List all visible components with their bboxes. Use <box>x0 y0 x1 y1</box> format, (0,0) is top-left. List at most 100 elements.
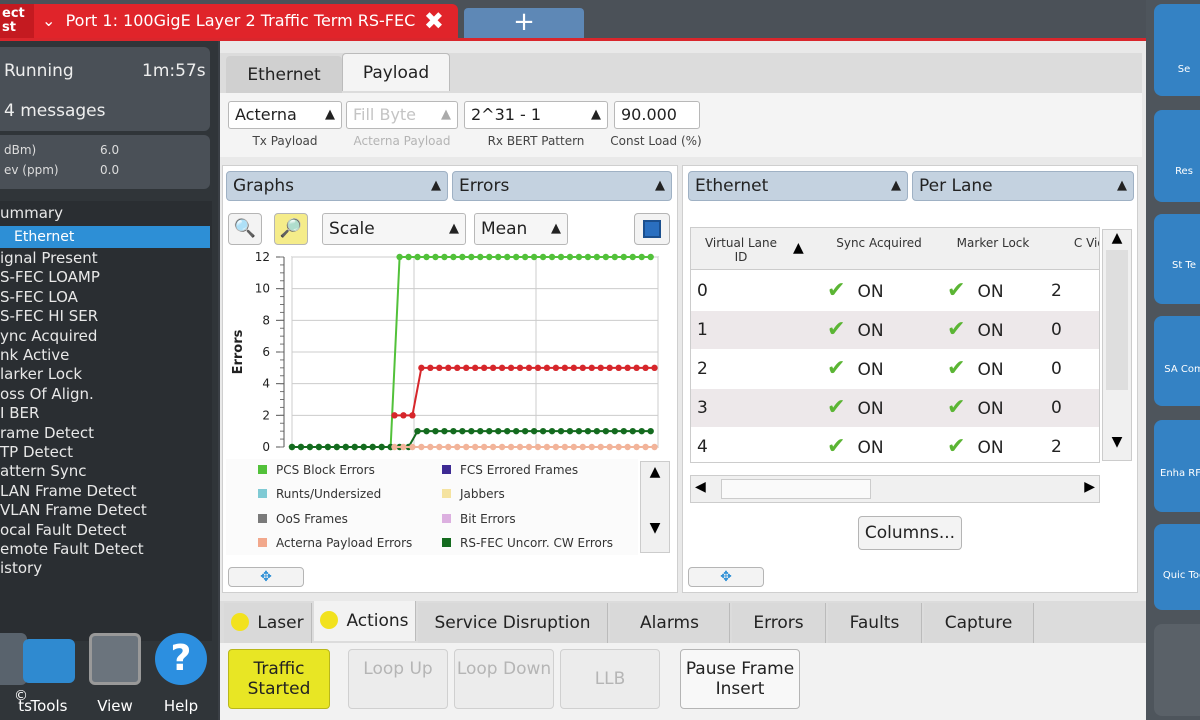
scroll-thumb[interactable] <box>1106 250 1128 390</box>
save-graph-button[interactable] <box>634 213 670 245</box>
scroll-up-icon[interactable]: ▲ <box>641 464 669 480</box>
scroll-up-icon[interactable]: ▲ <box>1103 230 1131 246</box>
list-item[interactable]: ync Acquired <box>0 327 97 345</box>
tab-actions[interactable]: Actions <box>314 601 416 641</box>
data-point <box>611 427 619 435</box>
loop-down-button[interactable]: Loop Down <box>454 649 554 709</box>
list-item[interactable]: VLAN Frame Detect <box>0 501 147 519</box>
traffic-toggle-button[interactable]: Traffic Started <box>228 649 330 709</box>
col-header-sync[interactable]: Sync Acquired <box>821 236 937 250</box>
cell-viol: 2 <box>1051 281 1062 301</box>
col-header-lane[interactable]: Virtual Lane ID <box>701 236 781 264</box>
list-item[interactable]: attern Sync <box>0 462 87 480</box>
restart-button[interactable]: Res <box>1154 110 1200 202</box>
close-icon[interactable]: ✖ <box>424 7 444 35</box>
cell-viol: 0 <box>1051 398 1062 418</box>
list-item[interactable]: istory <box>0 559 42 577</box>
graph-metric-select[interactable]: Errors ▲ <box>452 171 672 201</box>
view-button[interactable]: View <box>84 633 146 715</box>
list-item-selected[interactable]: Ethernet <box>0 226 210 248</box>
graph-view-select[interactable]: Graphs ▲ <box>226 171 448 201</box>
data-point <box>588 364 595 372</box>
cell-lock: ✔ ON <box>947 356 1004 381</box>
data-point <box>543 443 551 451</box>
data-point <box>468 427 475 435</box>
list-item[interactable]: S-FEC HI SER <box>0 307 98 325</box>
lane-view-select[interactable]: Ethernet ▲ <box>688 171 908 201</box>
list-item[interactable]: S-FEC LOA <box>0 288 78 306</box>
data-point <box>495 427 502 435</box>
table-hscrollbar[interactable]: ◀ ▶ <box>690 475 1100 503</box>
zoom-in-button[interactable]: 🔎 <box>274 213 308 245</box>
table-row[interactable]: 2 ✔ ON ✔ ON 0 <box>691 350 1099 388</box>
lane-mode-select[interactable]: Per Lane ▲ <box>912 171 1134 201</box>
lane-table: Virtual Lane ID ▲ Sync Acquired Marker L… <box>690 227 1100 463</box>
tab-errors[interactable]: Errors <box>732 603 826 643</box>
stat-select[interactable]: Mean ▲ <box>474 213 568 245</box>
updown-arrow-icon: ▲ <box>655 178 665 193</box>
message-count[interactable]: 4 messages <box>4 101 105 121</box>
legend-scrollbar[interactable]: ▲ ▼ <box>640 461 670 553</box>
active-test-tab[interactable]: ect st ⌄ Port 1: 100GigE Layer 2 Traffic … <box>0 4 458 38</box>
pause-frame-insert-button[interactable]: Pause Frame Insert <box>680 649 800 709</box>
help-button[interactable]: ? Help <box>150 633 212 715</box>
list-item[interactable]: nk Active <box>0 346 69 364</box>
llb-button[interactable]: LLB <box>560 649 660 709</box>
table-vscrollbar[interactable]: ▲ ▼ <box>1102 229 1132 461</box>
list-item[interactable]: larker Lock <box>0 365 82 383</box>
tab-laser[interactable]: Laser <box>224 603 312 643</box>
scroll-right-icon[interactable]: ▶ <box>1084 479 1095 495</box>
list-item[interactable]: S-FEC LOAMP <box>0 268 100 286</box>
list-item[interactable]: oss Of Align. <box>0 385 94 403</box>
chevron-down-icon[interactable]: ⌄ <box>42 11 55 30</box>
data-point <box>489 443 497 451</box>
tab-payload[interactable]: Payload <box>342 53 450 91</box>
list-item[interactable]: rame Detect <box>0 424 94 442</box>
tab-alarms[interactable]: Alarms <box>610 603 730 643</box>
list-item[interactable]: ocal Fault Detect <box>0 521 126 539</box>
graph-expand-handle[interactable]: ✥ <box>228 567 304 587</box>
scroll-left-icon[interactable]: ◀ <box>695 479 706 495</box>
columns-button[interactable]: Columns... <box>858 516 962 550</box>
start-test-button[interactable]: St Te <box>1154 214 1200 304</box>
rx-bert-select[interactable]: 2^31 - 1 ▲ <box>464 101 608 129</box>
enhanced-rfc-button[interactable]: Enha RFC <box>1154 420 1200 512</box>
list-item[interactable]: TP Detect <box>0 443 73 461</box>
loop-up-button[interactable]: Loop Up <box>348 649 448 709</box>
legend-item: Jabbers <box>442 487 505 501</box>
cell-lock: ✔ ON <box>947 278 1004 303</box>
table-row[interactable]: 0 ✔ ON ✔ ON 2 <box>691 272 1099 310</box>
col-header-lock[interactable]: Marker Lock <box>941 236 1045 250</box>
sort-asc-icon[interactable]: ▲ <box>793 240 804 256</box>
table-row[interactable]: 3 ✔ ON ✔ ON 0 <box>691 389 1099 427</box>
table-row[interactable]: 1 ✔ ON ✔ ON 0 <box>691 311 1099 349</box>
scroll-down-icon[interactable]: ▼ <box>1103 434 1131 450</box>
magnifier-plus-icon: 🔎 <box>279 218 303 239</box>
data-point <box>409 443 416 451</box>
left-panel: Running 1m:57s 4 messages dBm) 6.0 ev (p… <box>0 41 218 720</box>
sam-complete-button[interactable]: SA Com <box>1154 316 1200 406</box>
table-row[interactable]: 4 ✔ ON ✔ ON 2 <box>691 428 1099 462</box>
tab-capture[interactable]: Capture <box>924 603 1034 643</box>
scale-select[interactable]: Scale ▲ <box>322 213 466 245</box>
tab-ethernet[interactable]: Ethernet <box>226 56 342 94</box>
tab-service-disruption[interactable]: Service Disruption <box>418 603 608 643</box>
scroll-thumb[interactable] <box>721 479 871 499</box>
col-header-viol[interactable]: C Viol <box>1051 236 1099 250</box>
list-item[interactable]: ignal Present <box>0 249 98 267</box>
tab-faults[interactable]: Faults <box>828 603 922 643</box>
add-test-tab[interactable]: + <box>464 8 584 38</box>
list-item[interactable]: LAN Frame Detect <box>0 482 136 500</box>
setup-button[interactable]: Se <box>1154 4 1200 96</box>
zoom-out-button[interactable]: 🔍 <box>228 213 262 245</box>
quick-tools-button[interactable]: Quic Too <box>1154 524 1200 610</box>
list-item[interactable]: ummary <box>0 204 63 222</box>
const-load-input[interactable]: 90.000 <box>614 101 700 129</box>
scroll-down-icon[interactable]: ▼ <box>641 520 669 536</box>
tx-payload-select[interactable]: Acterna ▲ <box>228 101 342 129</box>
checkmark-icon: ✔ <box>827 395 846 420</box>
list-item[interactable]: I BER <box>0 404 39 422</box>
data-point <box>561 364 569 372</box>
list-item[interactable]: emote Fault Detect <box>0 540 144 558</box>
lane-expand-handle[interactable]: ✥ <box>688 567 764 587</box>
